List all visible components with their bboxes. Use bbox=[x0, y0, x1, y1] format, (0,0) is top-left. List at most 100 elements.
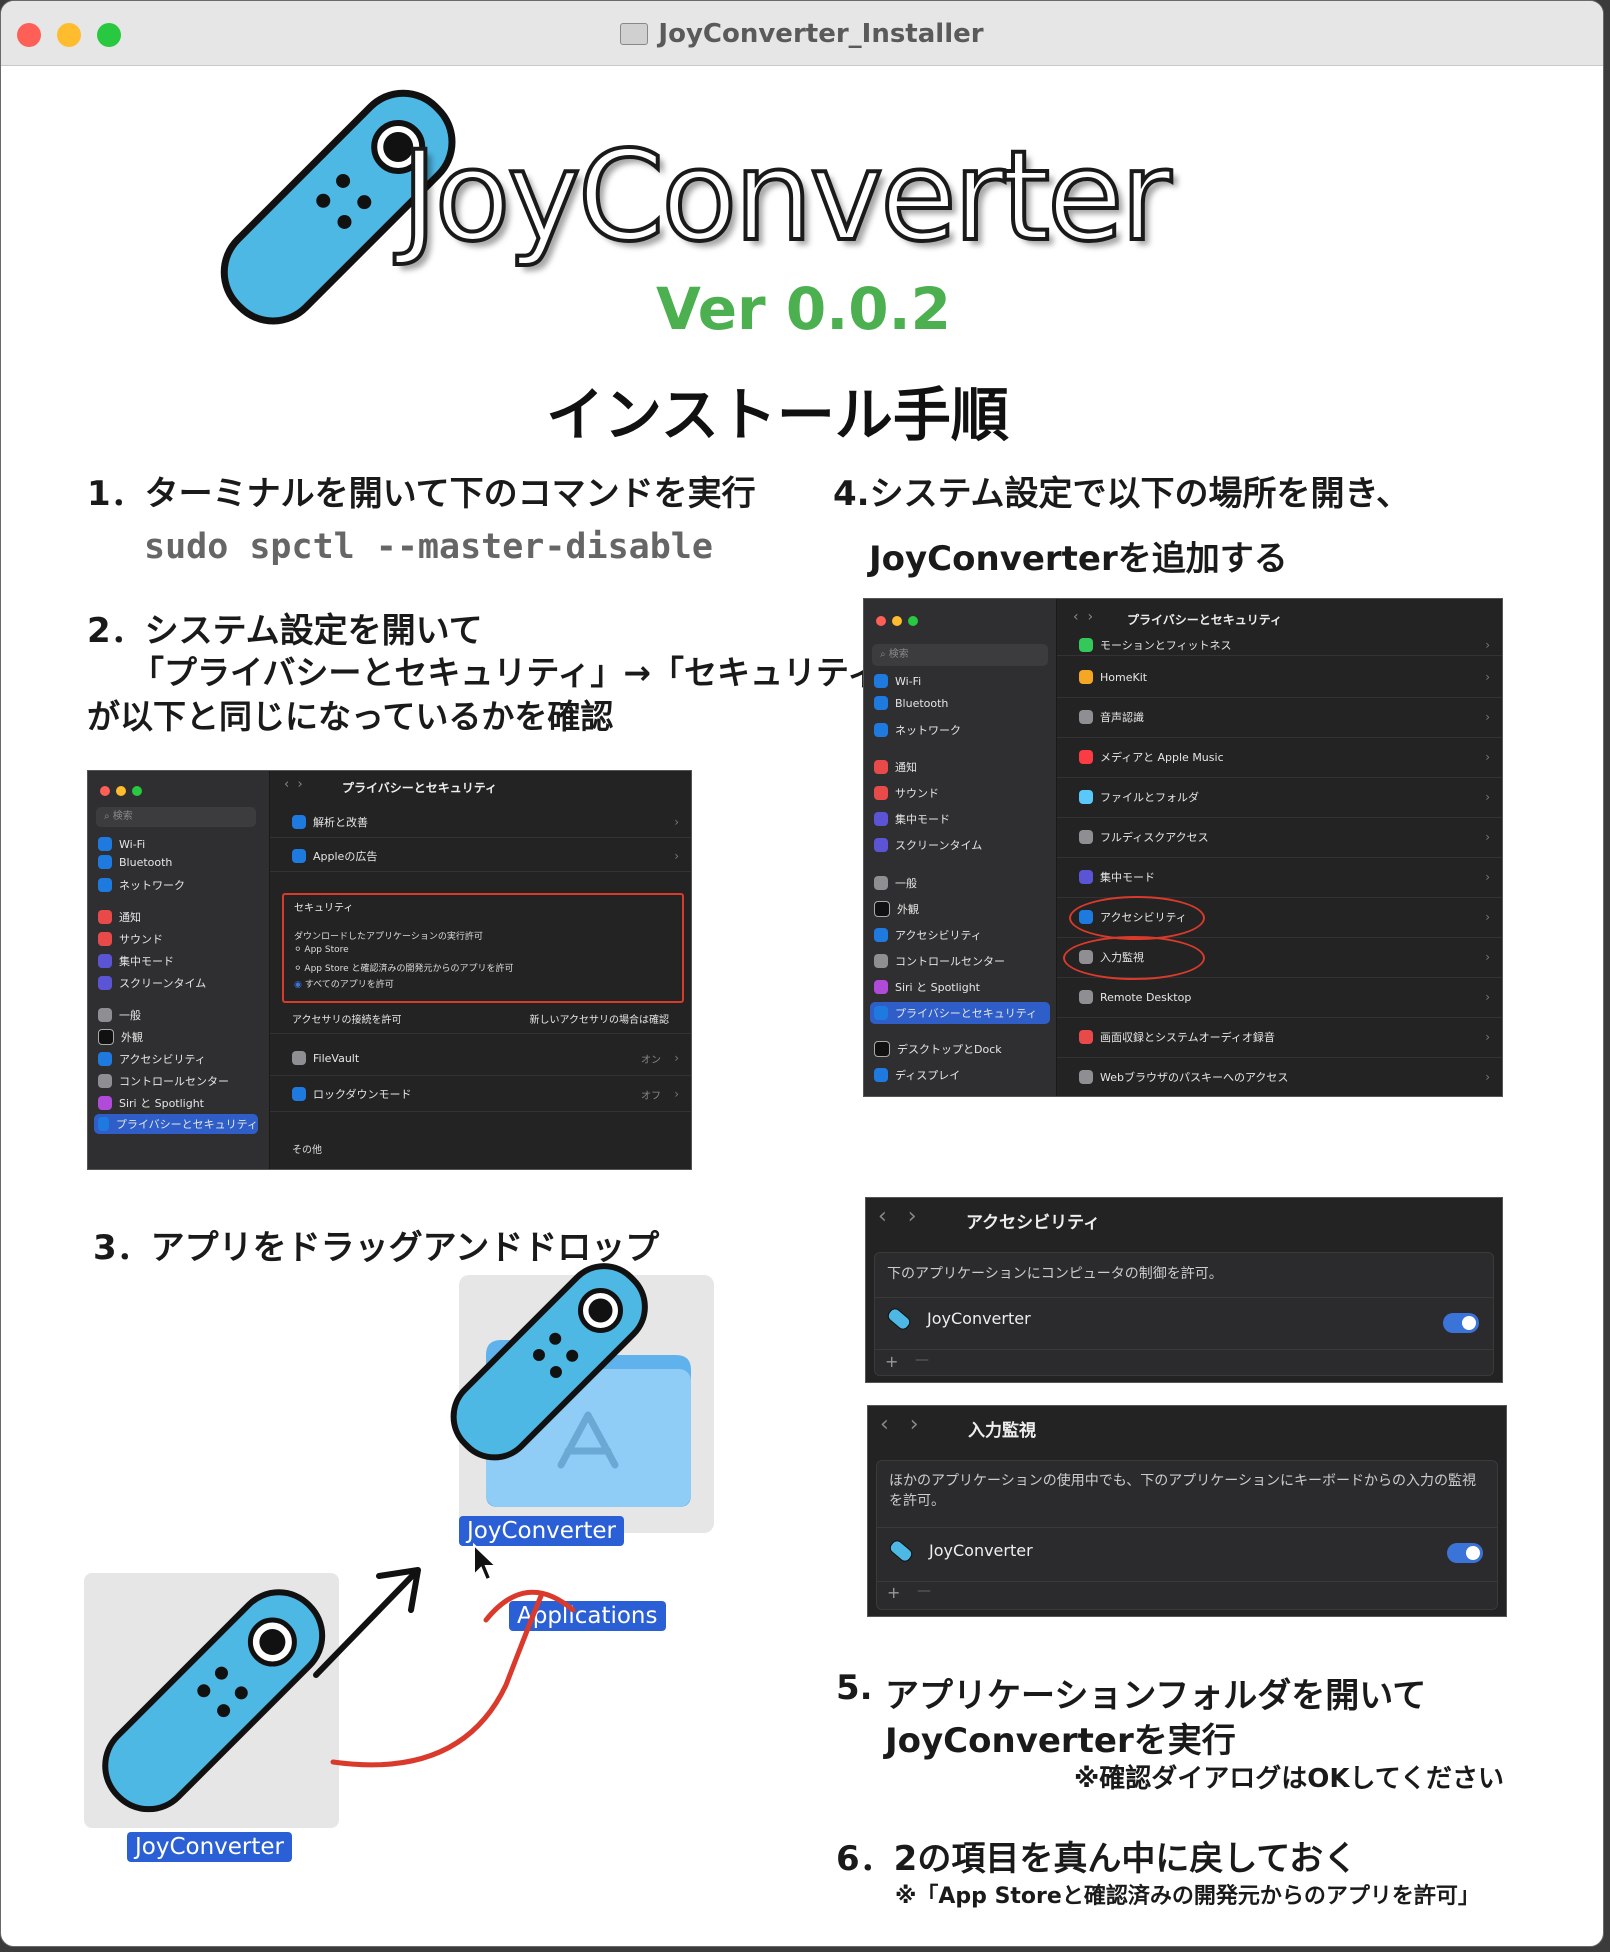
i-joycon-icon bbox=[887, 1537, 915, 1564]
sidebar-item-bluetooth[interactable]: Bluetooth bbox=[98, 855, 172, 869]
p-pane-title: プライバシーとセキュリティ bbox=[1127, 613, 1283, 627]
step-5-number: 5. bbox=[836, 1668, 873, 1708]
a-add-button[interactable]: + bbox=[885, 1352, 898, 1371]
app-icon-label: JoyConverter bbox=[127, 1832, 293, 1862]
p-sidebar-desktop-dock[interactable]: デスクトップとDock bbox=[874, 1041, 1002, 1057]
row-lockdown[interactable]: ロックダウンモード オフ › bbox=[270, 1077, 691, 1112]
sidebar-item-general[interactable]: 一般 bbox=[98, 1007, 141, 1023]
step-4-add: JoyConverterを追加する bbox=[869, 539, 1288, 579]
installer-background: JoyConverter Ver 0.0.2 インストール手順 1．ターミナルを… bbox=[1, 65, 1603, 1946]
i-app-row[interactable]: JoyConverter bbox=[887, 1537, 1033, 1564]
p-row-motion[interactable]: モーションとフィットネス › bbox=[1057, 635, 1502, 656]
p-sidebar-privacy-selected[interactable]: プライバシーとセキュリティ bbox=[870, 1002, 1050, 1024]
sidebar-item-screen-time[interactable]: スクリーンタイム bbox=[98, 975, 206, 991]
i-app-toggle[interactable] bbox=[1447, 1543, 1483, 1563]
p-sidebar-wifi[interactable]: Wi-Fi bbox=[874, 674, 921, 688]
p-back-forward-icon[interactable]: ‹ › bbox=[1073, 609, 1093, 625]
radio-identified-developers[interactable]: ⚪ App Store と確認済みの開発元からのアプリを許可 bbox=[294, 961, 514, 974]
security-highlight-box: セキュリティ ダウンロードしたアプリケーションの実行許可 ⚪ App Store… bbox=[282, 893, 684, 1003]
radio-app-store[interactable]: ⚪ App Store bbox=[294, 945, 349, 955]
row-analytics[interactable]: 解析と改善 › bbox=[270, 807, 691, 838]
other-section-header: その他 bbox=[292, 1145, 322, 1156]
accessibility-panel-screenshot: ‹ › アクセシビリティ 下のアプリケーションにコンピュータの制御を許可。 Jo… bbox=[865, 1197, 1503, 1383]
i-back-forward-icon[interactable]: ‹ › bbox=[880, 1412, 919, 1437]
i-description: ほかのアプリケーションの使用中でも、下のアプリケーションにキーボードからの入力の… bbox=[889, 1473, 1477, 1509]
p-sidebar-accessibility[interactable]: アクセシビリティ bbox=[874, 927, 982, 943]
p-row-remote-desktop[interactable]: Remote Desktop › bbox=[1057, 977, 1502, 1018]
p-sidebar-bluetooth[interactable]: Bluetooth bbox=[874, 696, 948, 710]
a-back-forward-icon[interactable]: ‹ › bbox=[878, 1204, 917, 1229]
i-add-button[interactable]: + bbox=[887, 1583, 900, 1602]
settings-sidebar: ⌕ 検索 Wi-Fi Bluetooth ネットワーク 通知 サウンド 集中モー… bbox=[88, 771, 270, 1169]
p-sidebar-notifications[interactable]: 通知 bbox=[874, 759, 917, 775]
p-sidebar-siri[interactable]: Siri と Spotlight bbox=[874, 979, 980, 995]
title-bar: JoyConverter_Installer bbox=[1, 1, 1603, 66]
sidebar-item-focus[interactable]: 集中モード bbox=[98, 953, 174, 969]
security-settings-screenshot: ⌕ 検索 Wi-Fi Bluetooth ネットワーク 通知 サウンド 集中モー… bbox=[87, 770, 692, 1170]
p-row-focus[interactable]: 集中モード › bbox=[1057, 857, 1502, 898]
dragged-joycon-icon bbox=[450, 1263, 648, 1461]
back-forward-icon[interactable]: ‹ › bbox=[284, 777, 303, 792]
security-section-header: セキュリティ bbox=[294, 903, 354, 914]
step-2-label: 2．システム設定を開いて bbox=[87, 611, 483, 651]
row-apple-ads[interactable]: Appleの広告 › bbox=[270, 841, 691, 872]
search-field[interactable]: ⌕ 検索 bbox=[96, 807, 256, 827]
row-accessory[interactable]: アクセサリの接続を許可 新しいアクセサリの場合は確認 bbox=[270, 1003, 691, 1034]
sidebar-item-sound[interactable]: サウンド bbox=[98, 931, 163, 947]
sidebar-item-control-center[interactable]: コントロールセンター bbox=[98, 1073, 229, 1089]
step-2-check: が以下と同じになっているかを確認 bbox=[87, 697, 614, 736]
p-row-speech[interactable]: 音声認識 › bbox=[1057, 697, 1502, 738]
a-app-row[interactable]: JoyConverter bbox=[885, 1305, 1031, 1332]
step-5-label: アプリケーションフォルダを開いて bbox=[885, 1676, 1427, 1716]
a-remove-button[interactable]: — bbox=[915, 1352, 929, 1368]
terminal-command: sudo spctl --master-disable bbox=[144, 527, 713, 567]
p-sidebar-appearance[interactable]: 外観 bbox=[874, 901, 919, 917]
p-row-screen-recording[interactable]: 画面収録とシステムオーディオ録音 › bbox=[1057, 1017, 1502, 1058]
sidebar-item-privacy-selected[interactable]: プライバシーとセキュリティ bbox=[94, 1114, 258, 1134]
installer-window: JoyConverter_Installer JoyConverter Ver … bbox=[0, 0, 1604, 1947]
version-label: Ver 0.0.2 bbox=[656, 275, 951, 343]
p-sidebar-focus[interactable]: 集中モード bbox=[874, 811, 950, 827]
p-sidebar-general[interactable]: 一般 bbox=[874, 875, 917, 891]
sidebar-item-accessibility[interactable]: アクセシビリティ bbox=[98, 1051, 206, 1067]
input-monitoring-circle bbox=[1063, 936, 1205, 980]
row-filevault[interactable]: FileVault オン › bbox=[270, 1041, 691, 1076]
sidebar-item-appearance[interactable]: 外観 bbox=[98, 1029, 143, 1045]
p-sidebar-displays[interactable]: ディスプレイ bbox=[874, 1067, 960, 1083]
disk-icon bbox=[620, 23, 649, 45]
step-5-run: JoyConverterを実行 bbox=[885, 1721, 1236, 1761]
step-6-note: ※「App Storeと確認済みの開発元からのアプリを許可」 bbox=[895, 1884, 1480, 1909]
step-2-path: 「プライバシーとセキュリティ」→「セキュリティ」 bbox=[131, 653, 914, 692]
joycon-app-icon[interactable] bbox=[91, 1575, 336, 1825]
security-description: ダウンロードしたアプリケーションの実行許可 bbox=[294, 932, 483, 942]
p-row-media[interactable]: メディアと Apple Music › bbox=[1057, 737, 1502, 778]
i-panel-title: 入力監視 bbox=[968, 1421, 1036, 1441]
p-sidebar-network[interactable]: ネットワーク bbox=[874, 722, 961, 738]
sidebar-item-wifi[interactable]: Wi-Fi bbox=[98, 837, 145, 851]
a-panel-title: アクセシビリティ bbox=[966, 1213, 1101, 1233]
privacy-search-field[interactable]: ⌕ 検索 bbox=[872, 644, 1048, 666]
privacy-settings-screenshot: ⌕ 検索 Wi-Fi Bluetooth ネットワーク 通知 サウンド 集中モー… bbox=[863, 598, 1503, 1097]
window-title: JoyConverter_Installer bbox=[1, 19, 1603, 49]
sidebar-item-network[interactable]: ネットワーク bbox=[98, 877, 185, 893]
privacy-main-pane: ‹ › プライバシーとセキュリティ モーションとフィットネス › HomeKit ›… bbox=[1057, 599, 1502, 1096]
a-app-toggle[interactable] bbox=[1443, 1313, 1479, 1333]
a-joycon-icon bbox=[885, 1305, 913, 1332]
p-row-homekit[interactable]: HomeKit › bbox=[1057, 657, 1502, 698]
privacy-sidebar: ⌕ 検索 Wi-Fi Bluetooth ネットワーク 通知 サウンド 集中モー… bbox=[864, 599, 1057, 1096]
p-sidebar-screen-time[interactable]: スクリーンタイム bbox=[874, 837, 982, 853]
page-heading: インストール手順 bbox=[546, 381, 1009, 449]
pane-title: プライバシーとセキュリティ bbox=[342, 781, 498, 795]
p-sidebar-sound[interactable]: サウンド bbox=[874, 785, 939, 801]
sidebar-item-siri[interactable]: Siri と Spotlight bbox=[98, 1095, 204, 1111]
i-remove-button[interactable]: — bbox=[917, 1583, 931, 1599]
p-sidebar-control-center[interactable]: コントロールセンター bbox=[874, 953, 1005, 969]
step-6-label: 6．2の項目を真ん中に戻しておく bbox=[836, 1839, 1358, 1879]
step-1-label: 1．ターミナルを開いて下のコマンドを実行 bbox=[87, 474, 756, 514]
p-row-passkeys[interactable]: Webブラウザのパスキーへのアクセス › bbox=[1057, 1057, 1502, 1096]
p-row-files[interactable]: ファイルとフォルダ › bbox=[1057, 777, 1502, 818]
radio-anywhere-selected[interactable]: ◉ すべてのアプリを許可 bbox=[294, 977, 394, 990]
p-row-full-disk[interactable]: フルディスクアクセス › bbox=[1057, 817, 1502, 858]
accessibility-circle bbox=[1069, 896, 1205, 940]
sidebar-item-notifications[interactable]: 通知 bbox=[98, 909, 141, 925]
